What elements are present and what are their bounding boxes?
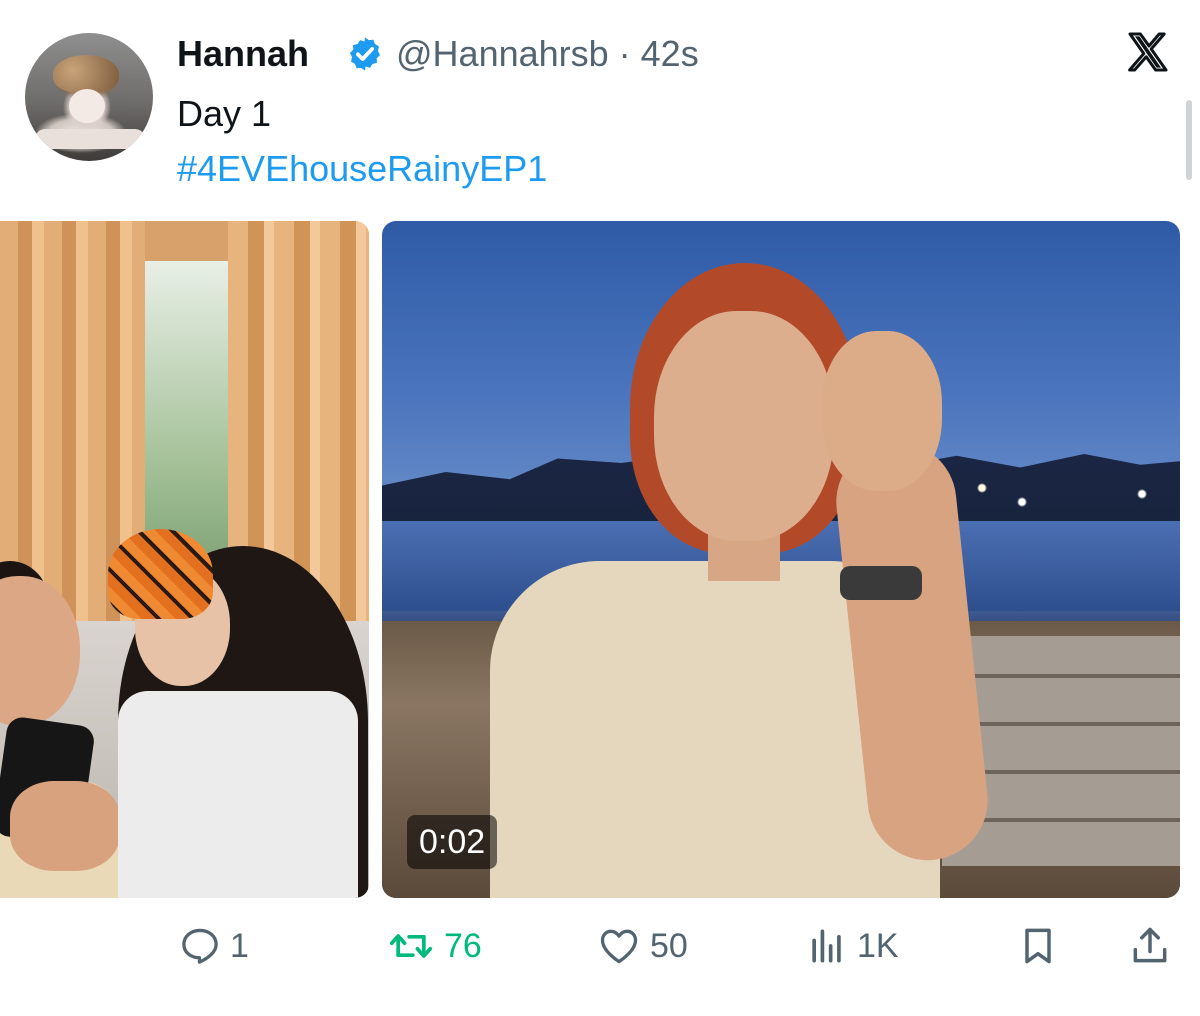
share-button[interactable]: [1128, 920, 1172, 972]
author-handle-time[interactable]: @Hannahrsb · 42s: [396, 28, 699, 80]
scrollbar[interactable]: [1186, 100, 1192, 180]
bandana: [108, 529, 213, 619]
views-icon: [812, 929, 841, 963]
media-video[interactable]: 0:02: [382, 221, 1180, 898]
avatar-hat: [53, 55, 119, 93]
retweet-icon: [389, 934, 433, 958]
verified-icon: [349, 37, 381, 71]
views-count: 1K: [857, 927, 899, 965]
views-button[interactable]: 1K: [805, 920, 899, 972]
like-button[interactable]: 50: [596, 920, 688, 972]
retweet-button[interactable]: 76: [386, 920, 482, 972]
video-duration-badge: 0:02: [407, 815, 498, 869]
person-hand: [822, 331, 942, 491]
smartwatch: [840, 566, 922, 600]
person-face: [654, 311, 834, 541]
person-shirt-center: [118, 691, 358, 898]
person-hand-left: [10, 781, 120, 871]
avatar-face: [69, 89, 105, 123]
retweet-count: 76: [444, 927, 482, 965]
reply-button[interactable]: 1: [178, 920, 249, 972]
reply-count: 1: [230, 927, 249, 965]
reply-icon: [182, 928, 218, 964]
like-icon: [600, 929, 638, 964]
avatar[interactable]: [25, 33, 153, 161]
like-count: 50: [650, 927, 688, 965]
share-icon: [1133, 927, 1167, 963]
bookmark-button[interactable]: [1016, 920, 1060, 972]
hashtag-link[interactable]: #4EVEhouseRainyEP1: [177, 145, 547, 193]
media-photo-left[interactable]: [0, 221, 369, 898]
avatar-arm: [35, 129, 145, 149]
author-name[interactable]: Hannah: [177, 28, 309, 80]
x-logo-icon[interactable]: [1124, 28, 1172, 76]
tweet-text: Day 1: [177, 93, 272, 134]
bookmark-icon: [1025, 928, 1051, 964]
